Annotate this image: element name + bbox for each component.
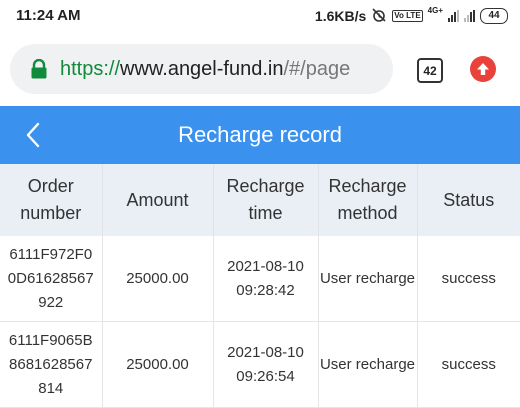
- column-header-recharge-time: Recharge time: [212, 164, 318, 236]
- amount-cell: 25000.00: [101, 321, 213, 408]
- url-bar[interactable]: https://www.angel-fund.in/#/page: [10, 44, 393, 94]
- recharge-record-table: Order number Amount Recharge time Rechar…: [0, 164, 520, 408]
- url-host: www.angel-fund.in: [120, 57, 284, 80]
- column-header-amount: Amount: [101, 164, 213, 236]
- battery-icon: 44: [480, 8, 508, 24]
- volte-icon: Vo LTE: [392, 10, 423, 22]
- recharge-time-cell: 2021-08-10 09:28:42: [212, 236, 318, 322]
- status-time: 11:24 AM: [16, 7, 81, 24]
- status-bar: 11:24 AM 1.6KB/s Vo LTE 4G+ 44: [0, 0, 520, 34]
- table-header-row: Order number Amount Recharge time Rechar…: [0, 164, 520, 236]
- update-button[interactable]: [470, 56, 496, 82]
- order-number-cell: 6111F972F00D61628567922: [0, 236, 102, 322]
- page-title: Recharge record: [178, 122, 342, 147]
- status-cell: success: [416, 321, 520, 408]
- recharge-method-cell: User recharge: [317, 236, 417, 322]
- status-indicators: 1.6KB/s Vo LTE 4G+ 44: [315, 6, 508, 26]
- column-header-status: Status: [416, 164, 520, 236]
- lock-icon: [31, 59, 47, 79]
- app-header: Recharge record: [0, 106, 520, 164]
- table-row[interactable]: 6111F972F00D61628567922 25000.00 2021-08…: [0, 236, 520, 322]
- column-header-recharge-method: Recharge method: [317, 164, 417, 236]
- url-path: /#/page: [283, 57, 351, 80]
- table-row[interactable]: 6111F9065B8681628567814 25000.00 2021-08…: [0, 321, 520, 408]
- arrow-up-icon: [477, 63, 489, 75]
- signal-icon: [464, 10, 475, 22]
- status-cell: success: [416, 236, 520, 322]
- signal-icon: [448, 10, 459, 22]
- amount-cell: 25000.00: [101, 236, 213, 322]
- browser-toolbar: https://www.angel-fund.in/#/page 42: [0, 34, 520, 106]
- recharge-time-cell: 2021-08-10 09:26:54: [212, 321, 318, 408]
- url-scheme: https://: [60, 57, 121, 80]
- alarm-off-icon: [371, 7, 387, 26]
- order-number-cell: 6111F9065B8681628567814: [0, 321, 102, 408]
- column-header-order-number: Order number: [0, 164, 102, 236]
- url-text: https://www.angel-fund.in/#/page: [60, 58, 350, 81]
- network-type: 4G+: [427, 6, 443, 15]
- tab-switcher-button[interactable]: 42: [417, 58, 443, 83]
- recharge-method-cell: User recharge: [317, 321, 417, 408]
- network-speed: 1.6KB/s: [314, 8, 367, 24]
